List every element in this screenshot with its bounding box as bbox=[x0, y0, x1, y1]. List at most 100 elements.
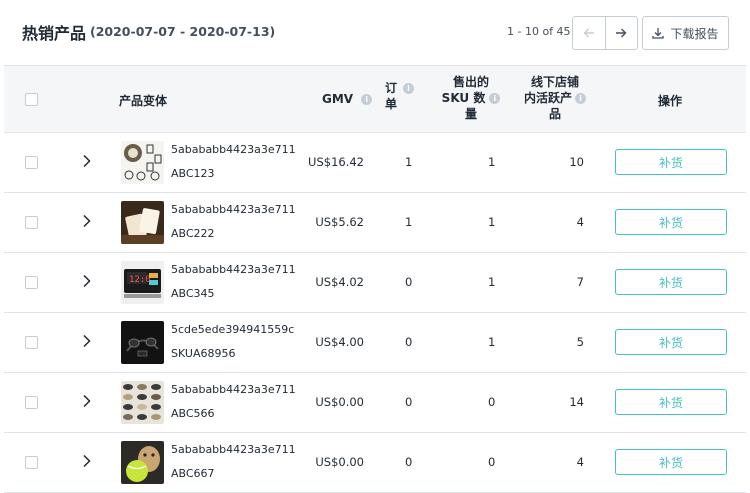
product-name[interactable]: 5abababb4423a3e7116b53 bbox=[171, 143, 295, 156]
sold-value: 0 bbox=[488, 455, 496, 469]
product-name[interactable]: 5abababb4423a3e7116b53 bbox=[171, 203, 295, 216]
col-gmv-label: GMV bbox=[322, 92, 354, 106]
row-checkbox[interactable] bbox=[25, 156, 38, 169]
prev-page-button[interactable] bbox=[573, 17, 605, 49]
restock-button[interactable]: 补货 bbox=[615, 389, 727, 415]
table-header: 产品变体 GMV i 订i 单 售出的 SKU 数i 量 线下店铺 内活跃产 i … bbox=[4, 66, 746, 133]
active-value: 4 bbox=[576, 455, 584, 469]
dog-ball-icon bbox=[121, 441, 164, 484]
chevron-right-icon[interactable] bbox=[82, 454, 92, 468]
table-row: 5cde5ede394941559ce74 SKUA68956 US$4.00 … bbox=[4, 313, 746, 373]
col-orders: 订i 单 bbox=[385, 80, 415, 112]
download-icon bbox=[652, 28, 665, 39]
row-checkbox[interactable] bbox=[25, 396, 38, 409]
gmv-value: US$0.00 bbox=[315, 395, 364, 409]
sold-value: 1 bbox=[488, 275, 496, 289]
gmv-value: US$4.02 bbox=[315, 275, 364, 289]
digital-clock-icon: 12:0 bbox=[121, 261, 164, 304]
next-page-button[interactable] bbox=[604, 17, 638, 49]
table-row: 5abababb4423a3e7116b53 ABC667 US$0.00 0 … bbox=[4, 433, 746, 493]
restock-button[interactable]: 补货 bbox=[615, 269, 727, 295]
gmv-value: US$5.62 bbox=[315, 215, 364, 229]
arrow-left-icon bbox=[583, 28, 594, 38]
info-icon[interactable]: i bbox=[403, 83, 415, 94]
wood-blocks-icon bbox=[121, 201, 164, 244]
restock-button[interactable]: 补货 bbox=[615, 329, 727, 355]
table-row: 5abababb4423a3e7116b53 ABC222 US$5.62 1 … bbox=[4, 193, 746, 253]
col-sold-line3: 量 bbox=[464, 107, 477, 121]
orders-value: 0 bbox=[405, 335, 413, 349]
svg-text:12:0: 12:0 bbox=[129, 275, 151, 285]
chevron-right-icon[interactable] bbox=[82, 154, 92, 168]
col-sold-line2: SKU 数i bbox=[439, 90, 503, 106]
sold-value: 1 bbox=[488, 215, 496, 229]
info-icon[interactable]: i bbox=[575, 93, 586, 104]
row-checkbox[interactable] bbox=[25, 336, 38, 349]
caps-grid-icon bbox=[121, 381, 164, 424]
gmv-value: US$16.42 bbox=[308, 155, 364, 169]
restock-button[interactable]: 补货 bbox=[615, 209, 727, 235]
row-checkbox[interactable] bbox=[25, 276, 38, 289]
orders-value: 1 bbox=[405, 155, 413, 169]
restock-button[interactable]: 补货 bbox=[615, 449, 727, 475]
orders-value: 0 bbox=[405, 455, 413, 469]
row-checkbox[interactable] bbox=[25, 216, 38, 229]
col-active-line2: 内活跃产 i bbox=[520, 90, 590, 106]
col-orders-line1: 订i bbox=[385, 80, 415, 96]
restock-button[interactable]: 补货 bbox=[615, 149, 727, 175]
chevron-right-icon[interactable] bbox=[82, 214, 92, 228]
table-row: 5abababb4423a3e7116b53 ABC566 US$0.00 0 … bbox=[4, 373, 746, 433]
sold-value: 1 bbox=[488, 335, 496, 349]
info-icon[interactable]: i bbox=[361, 94, 373, 105]
col-sold-line1: 售出的 bbox=[452, 75, 489, 89]
product-sku: ABC345 bbox=[171, 287, 215, 300]
card-title: 热销产品 bbox=[22, 24, 87, 43]
gmv-value: US$4.00 bbox=[315, 335, 364, 349]
col-orders-line2: 单 bbox=[385, 97, 398, 111]
product-sku: ABC566 bbox=[171, 407, 215, 420]
product-name[interactable]: 5cde5ede394941559ce74 bbox=[171, 323, 295, 336]
orders-value: 0 bbox=[405, 275, 413, 289]
card-header: 热销产品 (2020-07-07 - 2020-07-13) 1 - 10 of… bbox=[0, 0, 750, 65]
product-sku: SKUA68956 bbox=[171, 347, 236, 360]
product-sku: ABC222 bbox=[171, 227, 215, 240]
top-products-card: 热销产品 (2020-07-07 - 2020-07-13) 1 - 10 of… bbox=[0, 0, 750, 493]
table-row: 5abababb4423a3e7116b53 ABC123 US$16.42 1… bbox=[4, 133, 746, 193]
select-all-checkbox[interactable] bbox=[25, 93, 38, 106]
chevron-right-icon[interactable] bbox=[82, 394, 92, 408]
product-name[interactable]: 5abababb4423a3e7116b53 bbox=[171, 263, 295, 276]
info-icon[interactable]: i bbox=[489, 93, 501, 104]
row-checkbox[interactable] bbox=[25, 456, 38, 469]
active-value: 7 bbox=[576, 275, 584, 289]
orders-value: 1 bbox=[405, 215, 413, 229]
date-range: (2020-07-07 - 2020-07-13) bbox=[90, 24, 276, 39]
download-report-button[interactable]: 下载报告 bbox=[642, 16, 729, 50]
chevron-right-icon[interactable] bbox=[82, 334, 92, 348]
download-report-label: 下载报告 bbox=[670, 26, 719, 41]
arrow-right-icon bbox=[616, 28, 627, 38]
sold-value: 0 bbox=[488, 395, 496, 409]
product-name[interactable]: 5abababb4423a3e7116b53 bbox=[171, 443, 295, 456]
col-variant: 产品变体 bbox=[119, 94, 168, 108]
active-value: 10 bbox=[569, 155, 584, 169]
col-gmv: GMV i bbox=[322, 92, 373, 106]
product-sku: ABC667 bbox=[171, 467, 215, 480]
col-actions: 操作 bbox=[658, 94, 683, 108]
table-row: 12:0 5abababb4423a3e7116b53 ABC345 US$4.… bbox=[4, 253, 746, 313]
col-active-line3: 品 bbox=[548, 107, 561, 121]
chevron-right-icon[interactable] bbox=[82, 274, 92, 288]
active-value: 14 bbox=[569, 395, 584, 409]
sold-value: 1 bbox=[488, 155, 496, 169]
product-sku: ABC123 bbox=[171, 167, 215, 180]
product-name[interactable]: 5abababb4423a3e7116b53 bbox=[171, 383, 295, 396]
col-active-line1: 线下店铺 bbox=[530, 75, 579, 89]
orders-value: 0 bbox=[405, 395, 413, 409]
products-table: 产品变体 GMV i 订i 单 售出的 SKU 数i 量 线下店铺 内活跃产 i … bbox=[4, 65, 746, 493]
active-value: 4 bbox=[576, 215, 584, 229]
pagination-text: 1 - 10 of 45 bbox=[507, 25, 571, 38]
earbuds-icon bbox=[121, 321, 164, 364]
gmv-value: US$0.00 bbox=[315, 455, 364, 469]
active-value: 5 bbox=[576, 335, 584, 349]
keychain-sketch-icon bbox=[121, 141, 164, 184]
col-sold: 售出的 SKU 数i 量 bbox=[439, 74, 503, 122]
